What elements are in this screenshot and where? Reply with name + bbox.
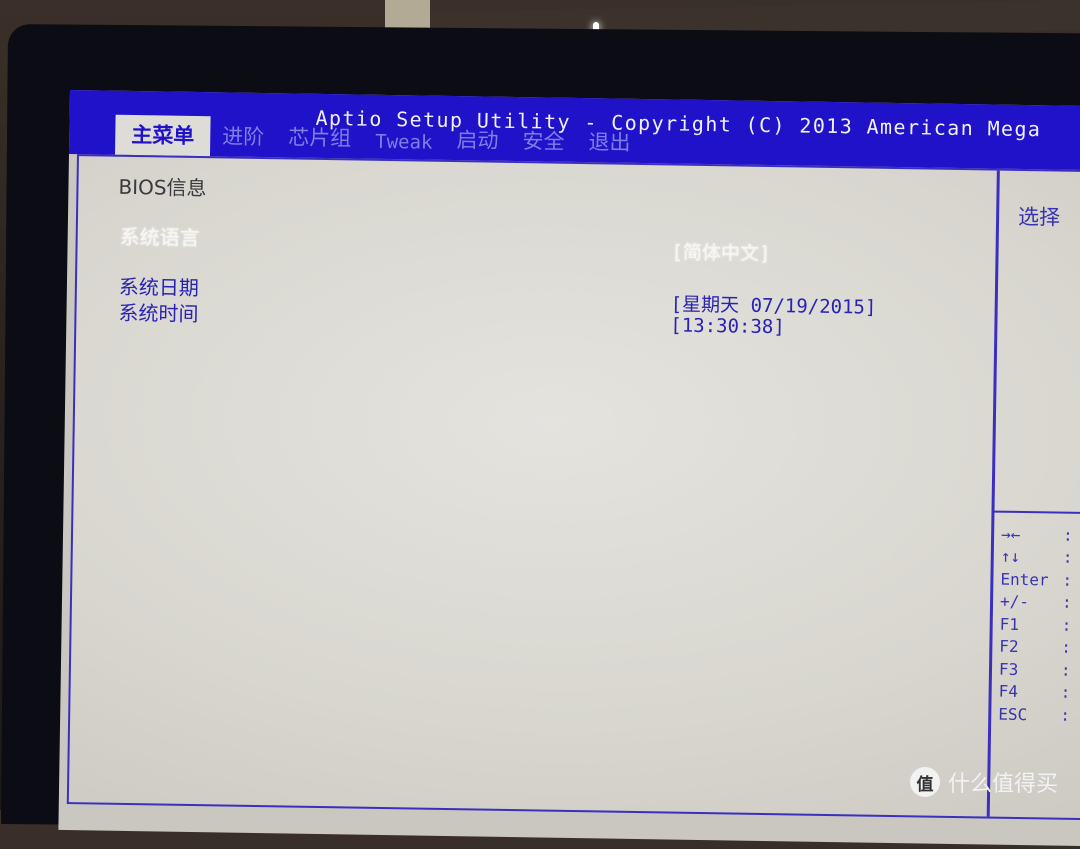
tab-chipset[interactable]: 芯片组: [276, 117, 364, 158]
tab-exit[interactable]: 退出: [576, 122, 643, 163]
system-language-label[interactable]: 系统语言: [119, 221, 200, 251]
tab-tweak[interactable]: Tweak: [363, 127, 445, 160]
key-label: F1: [999, 614, 1020, 634]
key-row: Enter:: [1000, 569, 1073, 590]
main-panel: BIOS信息 系统语言 [简体中文] 系统日期 [星期天 07/19/2015]…: [66, 154, 1080, 823]
key-label: Enter: [1000, 569, 1049, 590]
tab-boot[interactable]: 启动: [444, 120, 511, 161]
help-title: 选择: [1017, 204, 1061, 230]
key-label: F4: [998, 681, 1019, 702]
key-legend: →←: ↑↓: Enter: +/-: F1: F2: F3: F4: ESC:: [998, 523, 1080, 727]
watermark: 值 什么值得买: [910, 766, 1058, 798]
key-row: F2:: [999, 636, 1072, 658]
tab-main[interactable]: 主菜单: [114, 114, 211, 157]
key-row: ↑↓:: [1000, 546, 1073, 568]
tab-advanced[interactable]: 进阶: [210, 116, 277, 157]
key-label: ESC: [998, 704, 1028, 724]
key-row: →←:: [1000, 524, 1073, 545]
key-row: F3:: [998, 659, 1071, 680]
bios-screen: Aptio Setup Utility - Copyright (C) 2013…: [58, 90, 1080, 847]
key-row: F1:: [999, 614, 1072, 635]
background-light: [385, 0, 430, 30]
key-row: +/-:: [999, 591, 1072, 613]
key-label: F2: [999, 636, 1019, 657]
key-label: +/-: [999, 591, 1030, 612]
key-row: ESC:: [998, 704, 1071, 725]
watermark-text: 什么值得买: [948, 772, 1059, 797]
system-time-value[interactable]: [13:30:38]: [670, 314, 785, 338]
key-row: F4:: [998, 681, 1071, 703]
left-right-arrows-icon: →←: [1000, 524, 1021, 544]
bios-info-heading: BIOS信息: [118, 174, 207, 201]
watermark-logo-icon: 值: [910, 767, 940, 797]
up-down-arrows-icon: ↑↓: [1000, 546, 1021, 567]
tab-security[interactable]: 安全: [510, 121, 577, 162]
system-time-label[interactable]: 系统时间: [118, 297, 198, 327]
help-divider: [994, 510, 1080, 516]
system-language-value[interactable]: [简体中文]: [671, 237, 770, 266]
key-label: F3: [998, 659, 1019, 679]
